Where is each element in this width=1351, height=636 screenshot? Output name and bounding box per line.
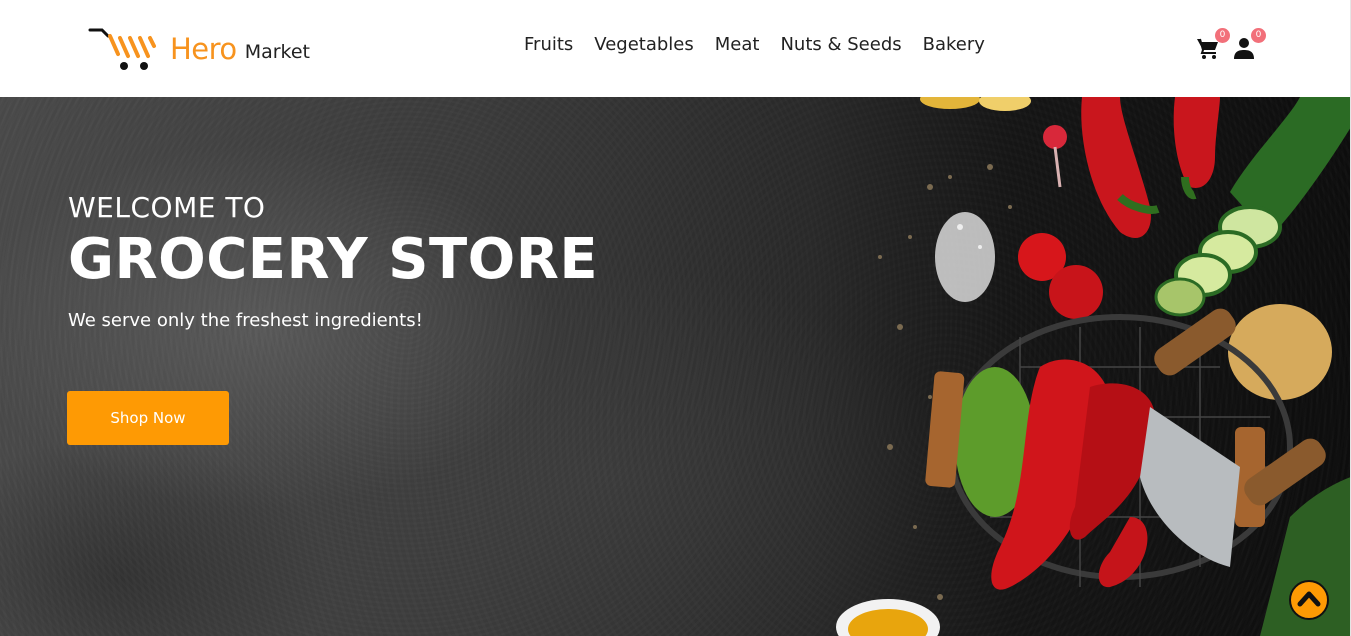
user-count-badge: 0 bbox=[1251, 28, 1266, 43]
logo-hero-text: Hero bbox=[170, 31, 237, 66]
shopping-cart-logo-icon bbox=[88, 28, 156, 70]
hero-banner: WELCOME TO GROCERY STORE We serve only t… bbox=[0, 97, 1351, 636]
site-header: Hero Market Fruits Vegetables Meat Nuts … bbox=[0, 0, 1351, 97]
logo[interactable]: Hero Market bbox=[88, 26, 310, 72]
user-button[interactable]: 0 bbox=[1232, 28, 1266, 62]
hero-subtitle: We serve only the freshest ingredients! bbox=[68, 310, 423, 331]
nav-link-meat[interactable]: Meat bbox=[715, 33, 760, 57]
hero-welcome: WELCOME TO bbox=[68, 191, 266, 224]
cart-button[interactable]: 0 bbox=[1196, 28, 1230, 62]
nav-link-bakery[interactable]: Bakery bbox=[923, 33, 985, 57]
chevron-up-icon bbox=[1297, 591, 1321, 607]
hero-title: GROCERY STORE bbox=[68, 227, 599, 292]
main-nav: Fruits Vegetables Meat Nuts & Seeds Bake… bbox=[524, 33, 985, 57]
nav-link-vegetables[interactable]: Vegetables bbox=[594, 33, 693, 57]
header-icons: 0 0 bbox=[1196, 28, 1276, 66]
shop-now-button[interactable]: Shop Now bbox=[67, 391, 229, 445]
vegetables-image bbox=[836, 97, 1351, 636]
logo-market-text: Market bbox=[244, 41, 310, 63]
hero-text: WELCOME TO GROCERY STORE We serve only t… bbox=[68, 191, 598, 333]
scroll-to-top-button[interactable] bbox=[1289, 580, 1329, 620]
nav-link-fruits[interactable]: Fruits bbox=[524, 33, 573, 57]
nav-link-nuts-seeds[interactable]: Nuts & Seeds bbox=[780, 33, 901, 57]
cart-count-badge: 0 bbox=[1215, 28, 1230, 43]
